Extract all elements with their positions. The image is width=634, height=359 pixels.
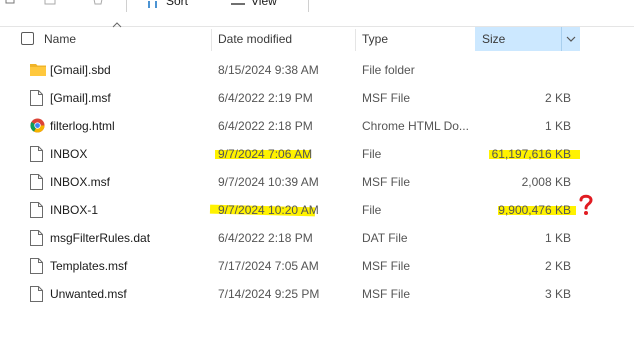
file-size: 2 KB <box>544 91 571 105</box>
file-type: File <box>362 203 382 217</box>
copy-icon[interactable] <box>44 0 56 8</box>
date-modified: 6/4/2022 2:19 PM <box>218 91 313 105</box>
file-type: MSF File <box>362 259 410 273</box>
date-modified: 8/15/2024 9:38 AM <box>218 63 319 77</box>
file-name: Templates.msf <box>50 259 128 273</box>
table-row[interactable]: [Gmail].sbd 8/15/2024 9:38 AM File folder <box>0 56 634 84</box>
toolbar-separator <box>308 0 309 12</box>
chrome-icon <box>30 118 45 135</box>
file-size: 3 KB <box>544 287 571 301</box>
file-size: 9,900,476 KB <box>498 203 571 217</box>
file-size: 2 KB <box>544 259 571 273</box>
view-label: View <box>251 0 277 8</box>
folder-icon <box>30 62 46 79</box>
table-row[interactable]: INBOX 9/7/2024 7:06 AM File 61,197,616 KB <box>0 140 634 168</box>
file-name: Unwanted.msf <box>50 287 127 301</box>
file-type: DAT File <box>362 231 408 245</box>
view-icon <box>231 0 245 6</box>
column-headers: Name Date modified Type <box>0 27 634 51</box>
delete-icon[interactable] <box>92 0 104 8</box>
column-header-type[interactable]: Type <box>362 27 388 51</box>
file-name: msgFilterRules.dat <box>50 231 151 245</box>
file-size: 1 KB <box>544 231 571 245</box>
file-type: Chrome HTML Do... <box>362 119 469 133</box>
table-row[interactable]: INBOX-1 9/7/2024 10:20 AM File 9,900,476 KB <box>0 196 634 224</box>
file-type: MSF File <box>362 287 410 301</box>
file-type: File folder <box>362 63 415 77</box>
file-icon <box>30 90 44 107</box>
file-name: filterlog.html <box>50 119 115 133</box>
question-mark-annotation <box>579 194 593 215</box>
table-row[interactable]: Templates.msf 7/17/2024 7:05 AM MSF File 2 … <box>0 252 634 280</box>
date-modified: 6/4/2022 2:18 PM <box>218 119 313 133</box>
table-row[interactable]: [Gmail].msf 6/4/2022 2:19 PM MSF File 2 KB <box>0 84 634 112</box>
date-modified: 9/7/2024 10:39 AM <box>218 175 319 189</box>
file-icon <box>30 286 44 303</box>
column-divider[interactable] <box>355 29 356 51</box>
file-icon <box>30 174 44 191</box>
table-row[interactable]: INBOX.msf 9/7/2024 10:39 AM MSF File 2,008 … <box>0 168 634 196</box>
column-header-date[interactable]: Date modified <box>218 27 292 51</box>
table-row[interactable]: filterlog.html 6/4/2022 2:18 PM Chrome HTM… <box>0 112 634 140</box>
new-icon[interactable] <box>4 0 16 8</box>
sort-icon <box>146 0 160 8</box>
command-bar: Sort View <box>0 0 634 12</box>
file-icon <box>30 146 44 163</box>
table-row[interactable]: Unwanted.msf 7/14/2024 9:25 PM MSF File 3 K… <box>0 280 634 308</box>
file-icon <box>30 202 44 219</box>
file-name: INBOX <box>50 147 88 161</box>
view-button[interactable]: View <box>231 0 277 8</box>
column-divider[interactable] <box>211 29 212 51</box>
file-size: 61,197,616 KB <box>491 147 571 161</box>
date-modified: 6/4/2022 2:18 PM <box>218 231 313 245</box>
file-icon <box>30 230 44 247</box>
file-size: 1 KB <box>544 119 571 133</box>
file-name: [Gmail].msf <box>50 91 111 105</box>
date-modified: 7/17/2024 7:05 AM <box>218 259 319 273</box>
file-type: File <box>362 147 382 161</box>
date-modified: 9/7/2024 7:06 AM <box>218 147 313 161</box>
date-modified: 7/14/2024 9:25 PM <box>218 287 320 301</box>
file-size: 2,008 KB <box>521 175 571 189</box>
table-row[interactable]: msgFilterRules.dat 6/4/2022 2:18 PM DAT Fi… <box>0 224 634 252</box>
file-icon <box>30 258 44 275</box>
date-modified: 9/7/2024 10:20 AM <box>218 203 319 217</box>
file-name: [Gmail].sbd <box>50 63 111 77</box>
toolbar-separator <box>126 0 127 12</box>
file-name: INBOX-1 <box>50 203 99 217</box>
file-type: MSF File <box>362 175 410 189</box>
sort-label: Sort <box>166 0 189 8</box>
sort-button[interactable]: Sort <box>146 0 188 8</box>
column-header-name[interactable]: Name <box>44 27 76 51</box>
file-type: MSF File <box>362 91 410 105</box>
file-name: INBOX.msf <box>50 175 111 189</box>
